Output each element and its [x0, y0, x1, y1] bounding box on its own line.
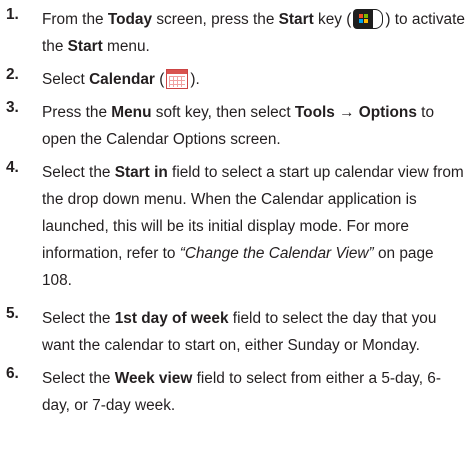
week-view-label: Week view [114, 370, 193, 387]
cross-reference: “Change the Calendar View” [179, 245, 374, 262]
step-text: From the Today screen, press the Start k… [42, 9, 465, 55]
instruction-steps: 1. From the Today screen, press the Star… [0, 0, 474, 453]
calendar-icon [166, 69, 189, 89]
start-label: Start [278, 11, 314, 28]
step-text: Select the 1st day of week field to sele… [42, 310, 437, 354]
step-number: 1. [6, 6, 19, 23]
step-number: 4. [6, 159, 19, 176]
step-number: 2. [6, 66, 19, 83]
step-text: Select the Week view field to select fro… [42, 370, 441, 414]
menu-label: Menu [111, 104, 152, 121]
today-label: Today [107, 11, 153, 28]
step-number: 5. [6, 305, 19, 322]
step-text: Select Calendar (). [42, 69, 200, 89]
step-number: 6. [6, 365, 19, 382]
start-in-label: Start in [114, 164, 168, 181]
start-menu-label: Start [67, 38, 103, 55]
first-day-label: 1st day of week [114, 310, 229, 327]
step-number: 3. [6, 99, 19, 116]
start-key-icon [353, 9, 384, 29]
step-text: Select the Start in field to select a st… [42, 164, 464, 289]
step-text: Press the Menu soft key, then select Too… [42, 104, 435, 148]
tools-options-label: Tools → Options [294, 104, 417, 121]
calendar-label: Calendar [89, 71, 155, 88]
